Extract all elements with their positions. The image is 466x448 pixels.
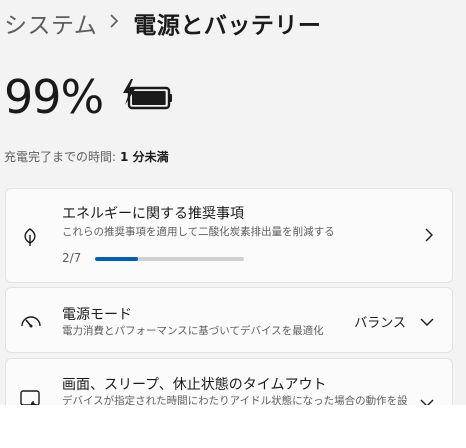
chevron-right-icon [424, 227, 434, 246]
power-mode-dropdown[interactable]: バランス [354, 312, 434, 331]
power-mode-title: 電源モード [62, 307, 132, 323]
battery-charging-icon [121, 79, 175, 117]
battery-status: 99% [4, 74, 175, 120]
charge-time-value: 1 分未満 [120, 150, 169, 164]
breadcrumb: システム 電源とバッテリー [4, 6, 321, 40]
page-title: 電源とバッテリー [133, 13, 322, 39]
power-mode-value: バランス [354, 316, 406, 331]
power-mode-card: 電源モード 電力消費とパフォーマンスに基づいてデバイスを最適化 バランス [5, 287, 453, 353]
recommendations-progress-bar [95, 257, 244, 261]
viewport-bottom-area [0, 405, 466, 448]
charge-time: 充電完了までの時間: 1 分未満 [4, 148, 169, 165]
screen-sleep-title: 画面、スリープ、休止状態のタイムアウト [62, 377, 327, 393]
gauge-icon [20, 312, 42, 334]
leaf-icon [20, 227, 40, 251]
recommendations-progress-label: 2/7 [62, 251, 82, 265]
chevron-down-icon [420, 312, 434, 331]
recommendations-title: エネルギーに関する推奨事項 [62, 206, 244, 222]
recommendations-description: これらの推奨事項を適用して二酸化炭素排出量を削減する [62, 226, 335, 238]
chevron-right-icon [109, 13, 119, 33]
battery-percent: 99% [4, 70, 104, 124]
breadcrumb-parent-system[interactable]: システム [4, 6, 97, 40]
recommendations-progress-fill [95, 257, 138, 261]
energy-recommendations-card[interactable]: エネルギーに関する推奨事項 これらの推奨事項を適用して二酸化炭素排出量を削減する… [5, 188, 453, 283]
charge-time-label: 充電完了までの時間: [4, 150, 117, 164]
power-mode-description: 電力消費とパフォーマンスに基づいてデバイスを最適化 [62, 325, 324, 337]
